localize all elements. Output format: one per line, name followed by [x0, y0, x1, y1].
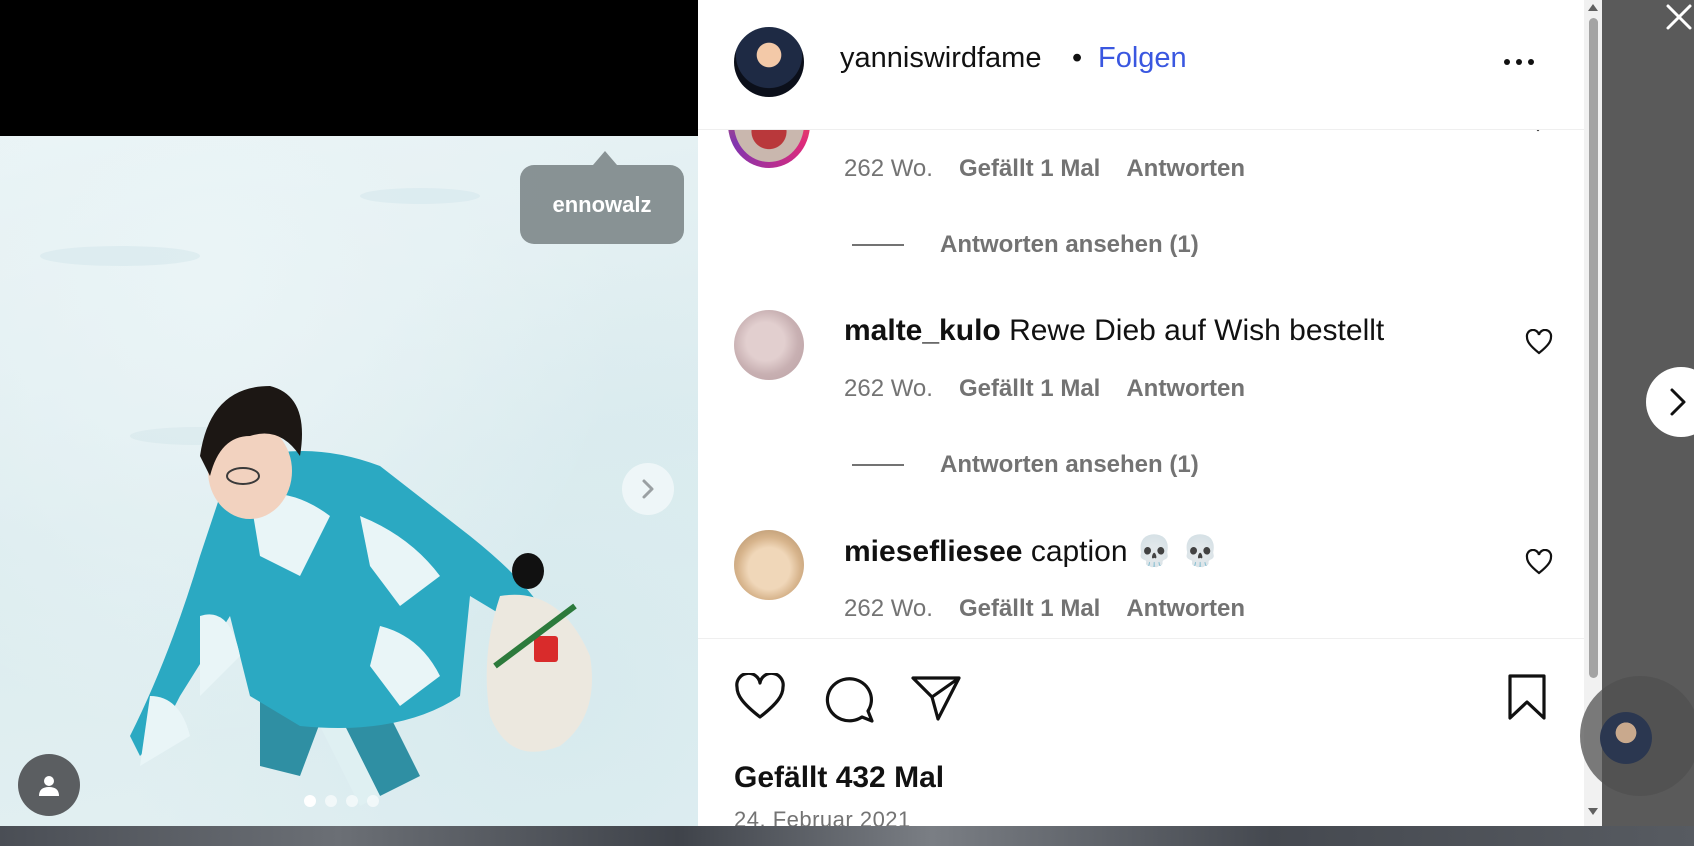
messages-avatar-button[interactable]	[1580, 676, 1694, 796]
comment-time: 262 Wo.	[844, 155, 933, 182]
show-tags-button[interactable]	[18, 754, 80, 816]
heart-icon[interactable]	[1525, 329, 1553, 355]
divider-line	[852, 464, 904, 466]
post-actions: Gefällt 432 Mal 24. Februar 2021	[698, 638, 1584, 826]
post-modal: ennowalz 262 Wo. Gefällt 1 Mal Antworten…	[0, 0, 1694, 846]
comment-meta: 262 Wo. Gefällt 1 Mal Antworten	[844, 155, 1245, 183]
reply-button[interactable]: Antworten	[1126, 595, 1245, 623]
scroll-down-arrow[interactable]	[1588, 808, 1598, 815]
heart-icon[interactable]	[734, 673, 786, 721]
view-replies-label: Antworten ansehen (1)	[940, 451, 1199, 478]
follow-button[interactable]: Folgen	[1098, 42, 1187, 75]
comment-likes[interactable]: Gefällt 1 Mal	[959, 595, 1100, 623]
comment-username[interactable]: miesefliesee	[844, 535, 1022, 568]
comment-body: malte_kulo Rewe Dieb auf Wish bestellt	[844, 314, 1384, 348]
comment-icon[interactable]	[824, 673, 876, 723]
comment-likes[interactable]: Gefällt 1 Mal	[959, 155, 1100, 183]
author-username[interactable]: yanniswirdfame	[840, 42, 1041, 75]
comment-time: 262 Wo.	[844, 375, 933, 402]
slide-dot	[325, 795, 337, 807]
comment-meta: 262 Wo. Gefällt 1 Mal Antworten	[844, 375, 1245, 403]
next-slide-button[interactable]	[622, 463, 674, 515]
view-replies-button[interactable]: Antworten ansehen (1)	[852, 231, 1199, 259]
slide-dot	[346, 795, 358, 807]
comment-meta: 262 Wo. Gefällt 1 Mal Antworten	[844, 595, 1245, 623]
paper-plane-icon[interactable]	[910, 673, 962, 723]
post-header: yanniswirdfame • Folgen	[698, 0, 1584, 130]
user-icon	[39, 776, 59, 796]
comment-avatar[interactable]	[734, 310, 804, 380]
background-thumbnails	[0, 826, 1694, 846]
heart-icon[interactable]	[1525, 549, 1553, 575]
tag-username: ennowalz	[552, 191, 652, 217]
post-media: ennowalz	[0, 0, 698, 826]
view-replies-button[interactable]: Antworten ansehen (1)	[852, 451, 1199, 479]
view-replies-label: Antworten ansehen (1)	[940, 231, 1199, 258]
separator: •	[1072, 42, 1083, 74]
user-tag-tooltip[interactable]: ennowalz	[520, 151, 684, 244]
scroll-thumb[interactable]	[1589, 18, 1598, 678]
comment-likes[interactable]: Gefällt 1 Mal	[959, 375, 1100, 403]
likes-count[interactable]: Gefällt 432 Mal	[734, 761, 944, 795]
more-icon[interactable]	[1504, 46, 1544, 78]
chevron-right-icon	[642, 479, 654, 499]
reply-button[interactable]: Antworten	[1126, 375, 1245, 403]
avatar	[1600, 712, 1652, 764]
comment-username[interactable]: malte_kulo	[844, 314, 1001, 347]
scroll-up-arrow[interactable]	[1588, 4, 1598, 11]
chevron-right-icon	[1670, 388, 1686, 416]
post-date: 24. Februar 2021	[734, 807, 911, 826]
comment-text: Rewe Dieb auf Wish bestellt	[1009, 314, 1385, 347]
divider-line	[852, 244, 904, 246]
bookmark-icon[interactable]	[1506, 673, 1548, 721]
comment-body: miesefliesee caption 💀 💀	[844, 534, 1219, 569]
slide-indicator	[304, 795, 379, 807]
slide-dot	[367, 795, 379, 807]
author-avatar[interactable]	[734, 27, 804, 97]
comment-text: caption 💀 💀	[1030, 535, 1219, 568]
post-details-panel: 262 Wo. Gefällt 1 Mal Antworten Antworte…	[698, 0, 1602, 826]
comment-avatar[interactable]	[734, 530, 804, 600]
slide-dot	[304, 795, 316, 807]
reply-button[interactable]: Antworten	[1126, 155, 1245, 183]
close-icon[interactable]	[1664, 2, 1694, 32]
comment-time: 262 Wo.	[844, 595, 933, 622]
